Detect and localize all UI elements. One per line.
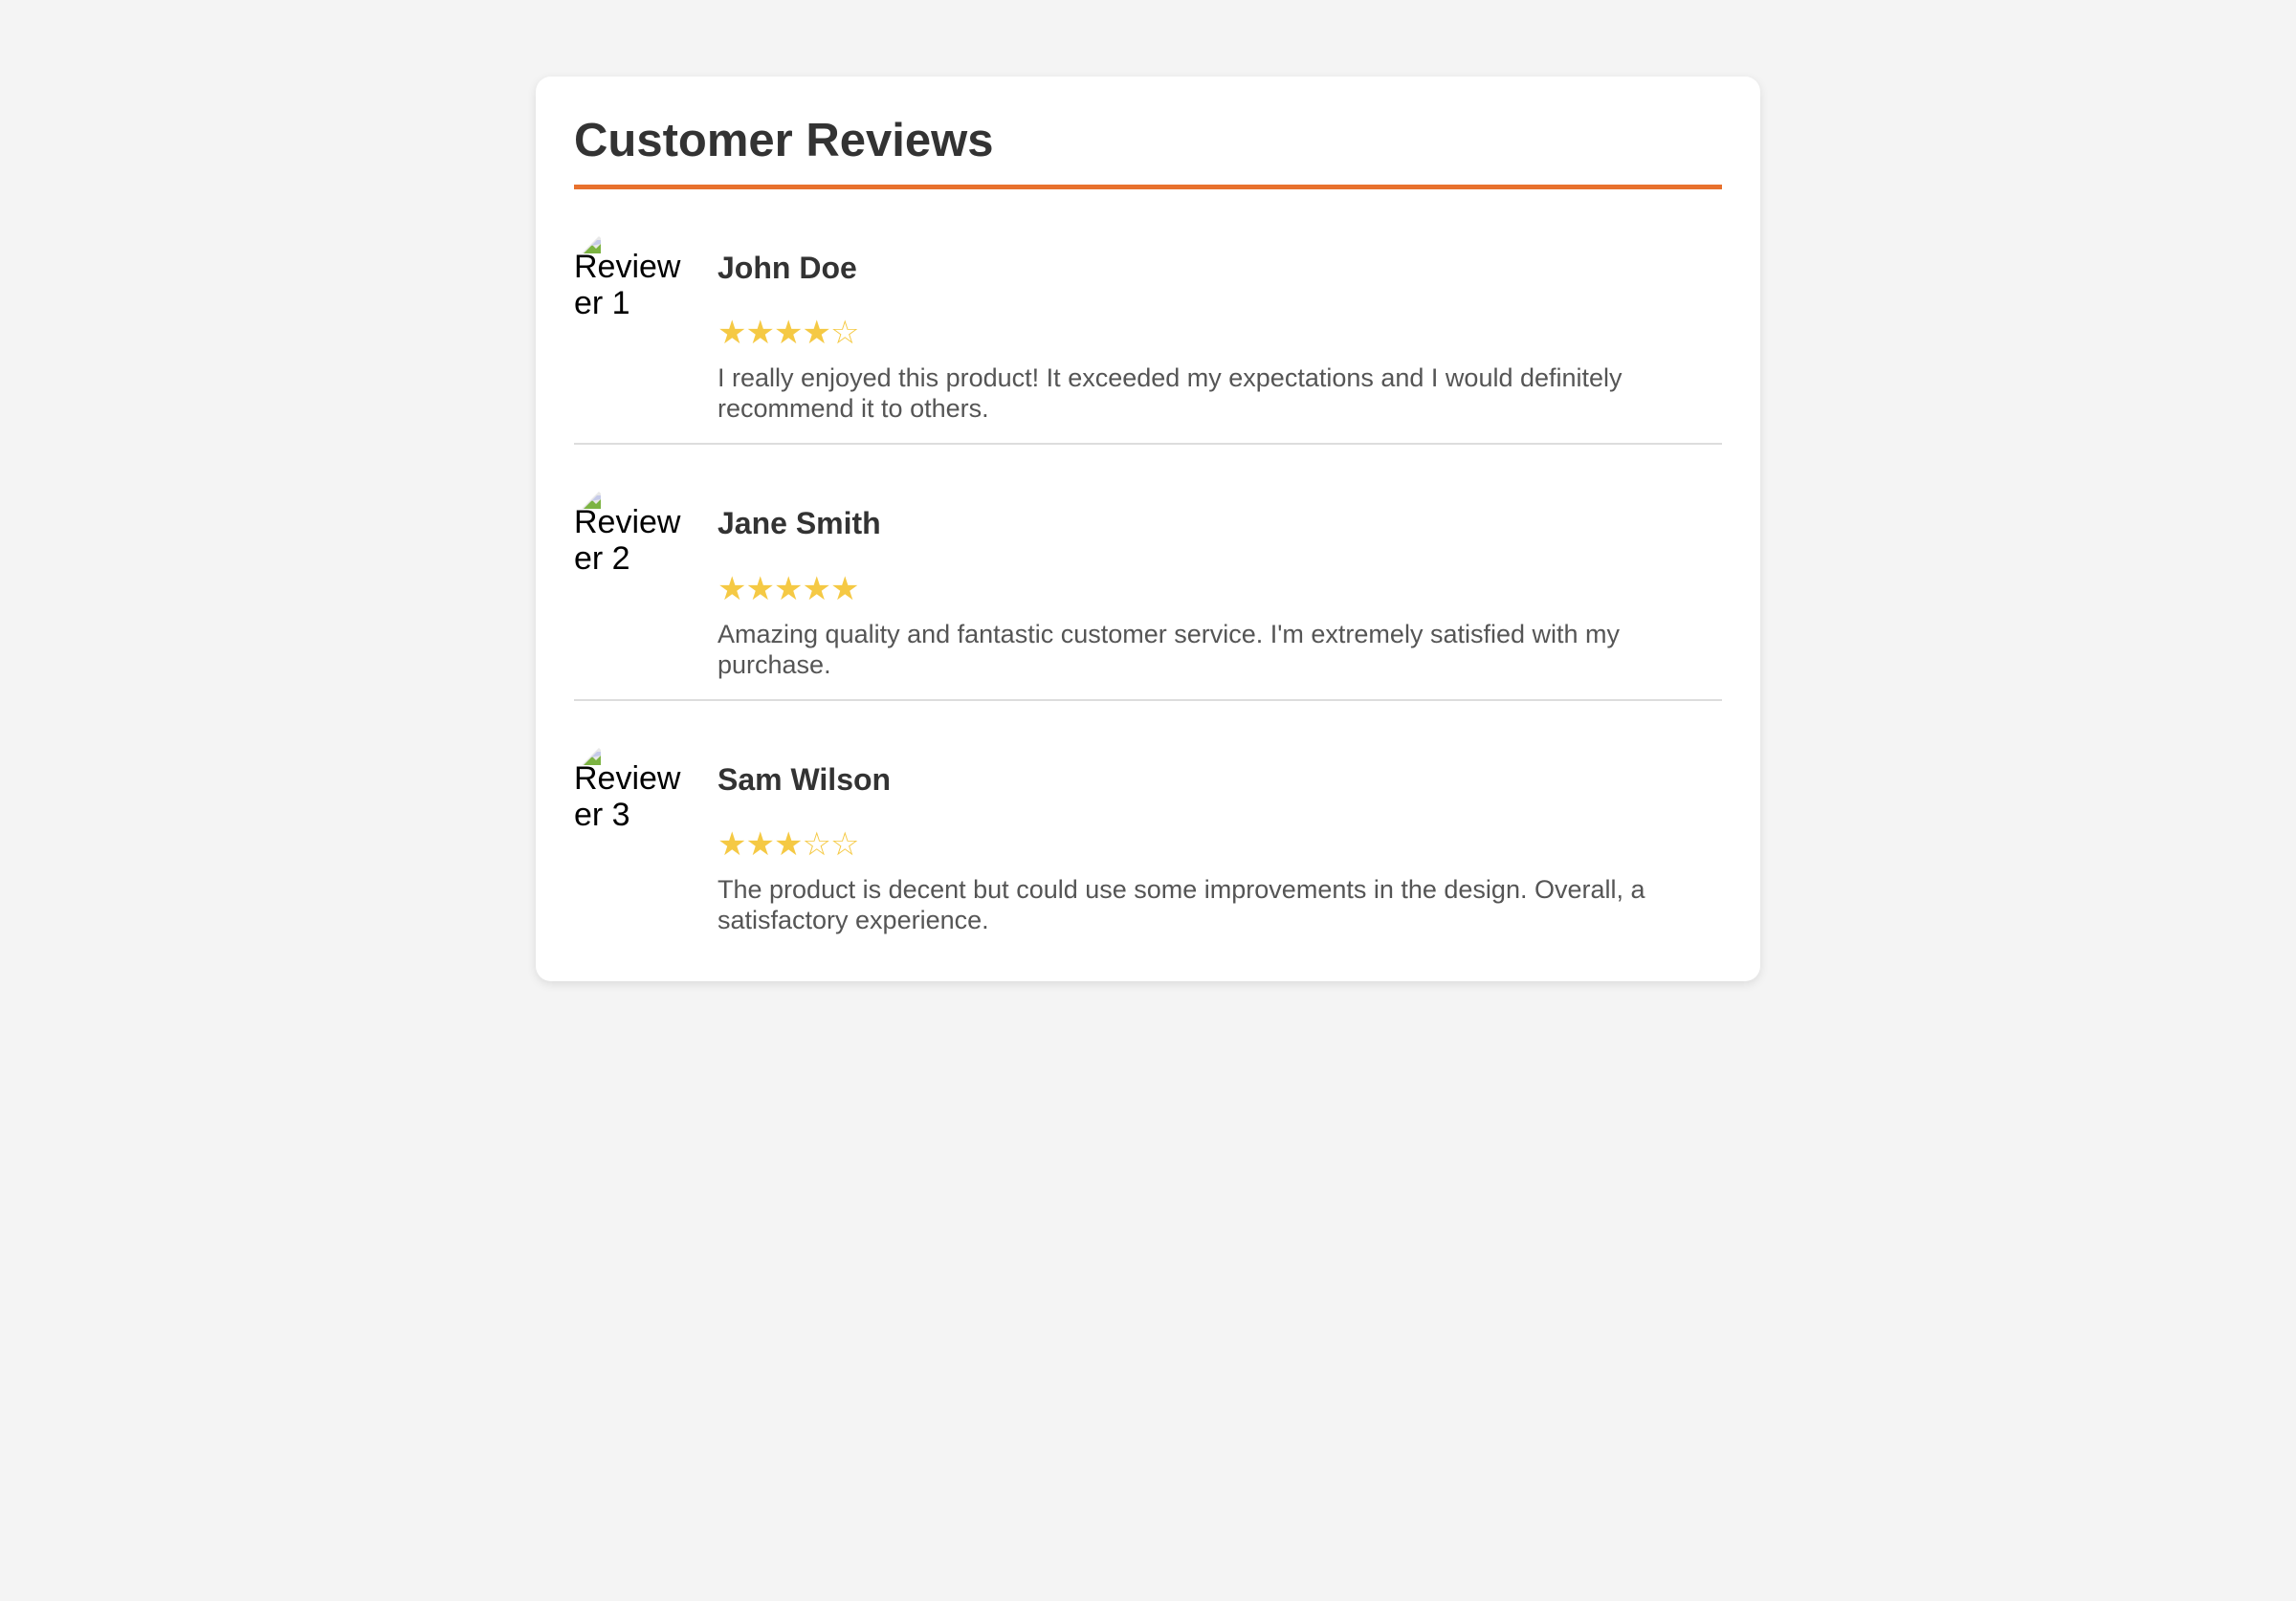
star-filled-icon: ★ (718, 314, 747, 353)
review-content: Jane Smith ★★★★★ Amazing quality and fan… (718, 488, 1722, 679)
review-content: Sam Wilson ★★★☆☆ The product is decent b… (718, 744, 1722, 935)
reviewer-name: Sam Wilson (718, 761, 892, 797)
star-rating: ★★★☆☆ (718, 828, 1722, 861)
star-filled-icon: ★ (718, 569, 747, 608)
star-filled-icon: ★ (718, 825, 747, 865)
review-text: The product is decent but could use some… (718, 875, 1645, 935)
star-filled-icon: ★ (745, 569, 775, 608)
avatar-alt-text: Reviewer 1 (574, 249, 681, 318)
star-rating: ★★★★★ (718, 573, 1722, 605)
review-text: Amazing quality and fantastic customer s… (718, 619, 1620, 679)
reviewer-name: John Doe (718, 251, 857, 285)
review-item: Reviewer 1 John Doe ★★★★☆ I really enjoy… (574, 189, 1722, 446)
page-title: Customer Reviews (574, 115, 1722, 189)
reviewer-avatar: Reviewer 3 (574, 744, 689, 830)
reviews-card: Customer Reviews Reviewer 1 John Doe ★★★… (536, 77, 1760, 982)
review-item: Reviewer 2 Jane Smith ★★★★★ Amazing qual… (574, 445, 1722, 701)
star-filled-icon: ★ (773, 314, 804, 353)
review-content: John Doe ★★★★☆ I really enjoyed this pro… (718, 232, 1722, 424)
star-empty-icon: ☆ (829, 314, 860, 353)
review-item: Reviewer 3 Sam Wilson ★★★☆☆ The product … (574, 701, 1722, 935)
review-text: I really enjoyed this product! It exceed… (718, 363, 1623, 424)
star-filled-icon: ★ (829, 569, 860, 608)
reviewer-name: Jane Smith (718, 506, 881, 541)
star-empty-icon: ☆ (829, 825, 860, 865)
avatar-alt-text: Reviewer 3 (574, 759, 681, 830)
star-empty-icon: ☆ (802, 825, 831, 865)
reviewer-avatar: Reviewer 1 (574, 232, 689, 318)
star-filled-icon: ★ (745, 314, 775, 353)
avatar-alt-text: Reviewer 2 (574, 504, 681, 575)
star-filled-icon: ★ (802, 569, 831, 608)
star-filled-icon: ★ (802, 314, 831, 353)
star-filled-icon: ★ (745, 825, 775, 865)
star-filled-icon: ★ (773, 569, 804, 608)
star-filled-icon: ★ (773, 825, 804, 865)
star-rating: ★★★★☆ (718, 317, 1722, 349)
reviewer-avatar: Reviewer 2 (574, 488, 689, 574)
